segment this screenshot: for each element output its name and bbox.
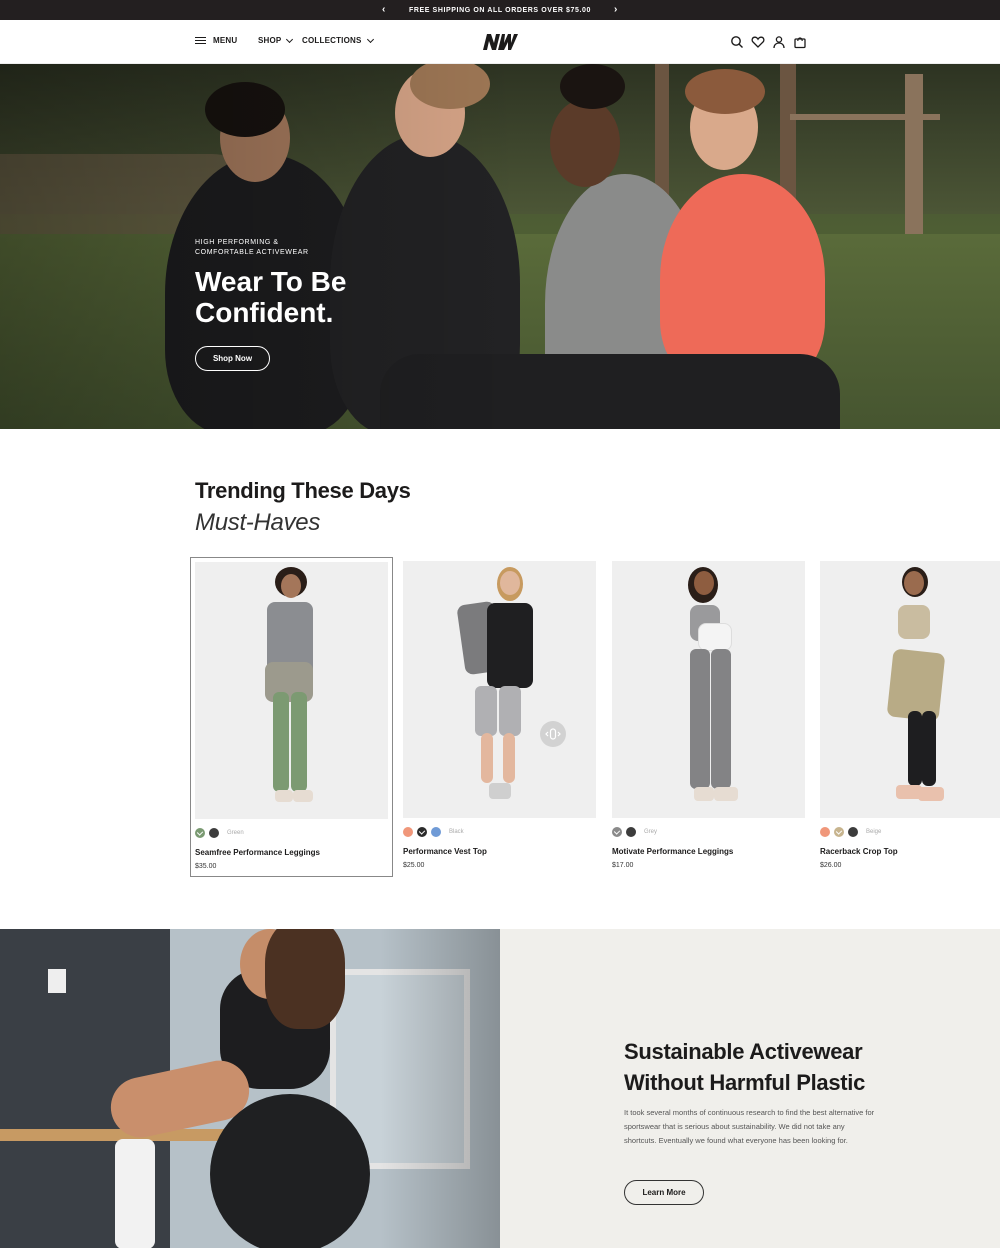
user-icon[interactable] bbox=[772, 35, 786, 49]
selected-color-label: Beige bbox=[866, 829, 882, 835]
product-price: $35.00 bbox=[195, 863, 217, 870]
color-swatch[interactable] bbox=[417, 827, 427, 837]
hero-background-photo bbox=[0, 64, 1000, 429]
hero-eyebrow: HIGH PERFORMING & COMFORTABLE ACTIVEWEAR bbox=[195, 239, 309, 256]
sustainable-title: Sustainable Activewear Without Harmful P… bbox=[624, 1039, 866, 1095]
site-header: MENU SHOP COLLECTIONS bbox=[0, 20, 1000, 64]
color-swatch[interactable] bbox=[431, 827, 441, 837]
section-subtitle: Must-Haves bbox=[195, 509, 321, 536]
product-image[interactable] bbox=[403, 561, 596, 818]
search-icon[interactable] bbox=[730, 35, 744, 49]
hamburger-icon bbox=[195, 36, 206, 45]
color-swatch[interactable] bbox=[848, 827, 858, 837]
sustainable-panel: Sustainable Activewear Without Harmful P… bbox=[500, 929, 1000, 1248]
announcement-bar: ‹ FREE SHIPPING ON ALL ORDERS OVER $75.0… bbox=[0, 0, 1000, 20]
selected-color-label: Black bbox=[449, 829, 464, 835]
heart-icon[interactable] bbox=[751, 35, 765, 49]
color-swatch[interactable] bbox=[195, 828, 205, 838]
hero-banner: HIGH PERFORMING & COMFORTABLE ACTIVEWEAR… bbox=[0, 64, 1000, 429]
color-swatches: Green bbox=[195, 828, 244, 838]
product-card[interactable]: Beige Racerback Crop Top $26.00 bbox=[816, 557, 1000, 877]
hero-title: Wear To Be Confident. bbox=[195, 266, 347, 328]
cart-icon[interactable] bbox=[793, 35, 807, 49]
color-swatch[interactable] bbox=[403, 827, 413, 837]
sustainable-photo bbox=[0, 929, 500, 1248]
section-title: Trending These Days bbox=[195, 478, 411, 503]
color-swatch[interactable] bbox=[612, 827, 622, 837]
chevron-right-icon[interactable]: › bbox=[609, 3, 623, 17]
menu-label: MENU bbox=[213, 36, 238, 45]
nav-collections[interactable]: COLLECTIONS bbox=[302, 35, 374, 45]
product-card[interactable]: Black Performance Vest Top $25.00 bbox=[399, 557, 602, 877]
product-card[interactable]: Grey Motivate Performance Leggings $17.0… bbox=[608, 557, 811, 877]
product-name[interactable]: Motivate Performance Leggings bbox=[612, 847, 733, 856]
product-price: $26.00 bbox=[820, 862, 842, 869]
product-image[interactable] bbox=[195, 562, 388, 819]
product-price: $25.00 bbox=[403, 862, 425, 869]
sustainable-body: It took several months of continuous res… bbox=[624, 1108, 875, 1145]
shop-now-button[interactable]: Shop Now bbox=[195, 346, 270, 371]
nav-collections-label: COLLECTIONS bbox=[302, 36, 362, 45]
learn-more-button[interactable]: Learn More bbox=[624, 1180, 704, 1205]
logo[interactable] bbox=[481, 33, 519, 51]
color-swatch[interactable] bbox=[626, 827, 636, 837]
drag-handle-icon[interactable] bbox=[540, 721, 566, 747]
product-price: $17.00 bbox=[612, 862, 634, 869]
product-name[interactable]: Racerback Crop Top bbox=[820, 847, 898, 856]
color-swatch[interactable] bbox=[209, 828, 219, 838]
color-swatch[interactable] bbox=[820, 827, 830, 837]
chevron-down-icon bbox=[366, 35, 374, 43]
chevron-down-icon bbox=[286, 35, 294, 43]
product-image[interactable] bbox=[820, 561, 1000, 818]
announcement-text: FREE SHIPPING ON ALL ORDERS OVER $75.00 bbox=[408, 6, 592, 14]
menu-button[interactable]: MENU bbox=[195, 36, 237, 45]
color-swatches: Grey bbox=[612, 827, 657, 837]
color-swatch[interactable] bbox=[834, 827, 844, 837]
nav-shop[interactable]: SHOP bbox=[258, 35, 294, 45]
product-name[interactable]: Performance Vest Top bbox=[403, 847, 487, 856]
color-swatches: Black bbox=[403, 827, 464, 837]
nav-shop-label: SHOP bbox=[258, 36, 282, 45]
product-card[interactable]: Green Seamfree Performance Leggings $35.… bbox=[190, 557, 393, 877]
product-name[interactable]: Seamfree Performance Leggings bbox=[195, 848, 320, 857]
product-image[interactable] bbox=[612, 561, 805, 818]
selected-color-label: Green bbox=[227, 830, 244, 836]
chevron-left-icon[interactable]: ‹ bbox=[377, 3, 391, 17]
selected-color-label: Grey bbox=[644, 829, 658, 835]
color-swatches: Beige bbox=[820, 827, 881, 837]
